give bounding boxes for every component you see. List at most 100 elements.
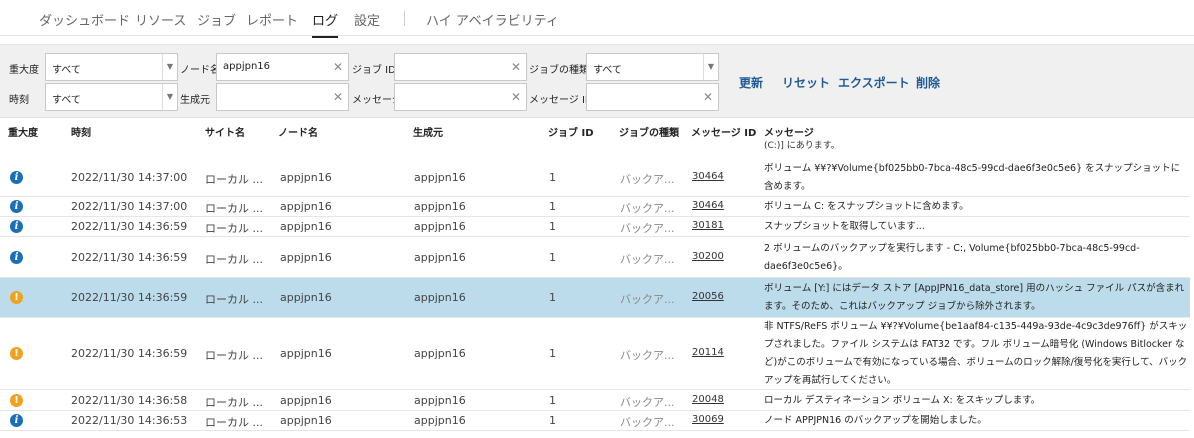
cell-site: ローカル ... <box>205 173 263 186</box>
cell-node: appjpn16 <box>280 171 332 184</box>
table-row[interactable]: i 2022/11/30 14:37:00 ローカル ... appjpn16 appj… <box>0 158 1194 197</box>
table-row[interactable]: ! 2022/11/30 14:36:58 ローカル ... appjpn16 appj… <box>0 390 1194 411</box>
table-row[interactable]: i 2022/11/30 14:37:00 ローカル ... appjpn16 appj… <box>0 197 1194 217</box>
cell-msgid[interactable]: 20114 <box>692 347 758 358</box>
tab-high-availability[interactable]: ハイ アベイラビリティ <box>426 10 559 29</box>
cell-time: 2022/11/30 14:36:59 <box>71 220 188 233</box>
col-node[interactable]: ノード名 <box>278 124 318 139</box>
delete-button[interactable]: 削除 <box>916 74 940 91</box>
chevron-down-icon[interactable]: ▼ <box>162 54 177 80</box>
cell-jobtype: バックア... <box>620 222 675 235</box>
table-row[interactable]: i 2022/11/30 14:36:59 ローカル ... appjpn16 appj… <box>0 237 1194 278</box>
clear-icon[interactable]: ✕ <box>511 90 521 104</box>
cell-jobtype: バックア... <box>620 416 675 429</box>
cell-site: ローカル ... <box>205 222 263 235</box>
jobtype-select[interactable]: すべて ▼ <box>586 53 719 81</box>
filter-panel: 重大度 すべて ▼ ノード名 appjpn16 ✕ ジョブ ID ✕ ジョブの種… <box>0 44 1194 118</box>
cell-jobid: 1 <box>549 347 556 360</box>
cell-jobid: 1 <box>549 394 556 407</box>
cell-site: ローカル ... <box>205 349 263 362</box>
cell-msgid[interactable]: 30464 <box>692 200 758 211</box>
table-header: 重大度 時刻 サイト名 ノード名 生成元 ジョブ ID ジョブの種類 メッセージ… <box>0 120 1194 139</box>
cell-jobtype: バックア... <box>620 293 675 306</box>
source-filter-label: 生成元 <box>180 95 210 106</box>
jobtype-select-value: すべて <box>593 65 622 76</box>
reset-button[interactable]: リセット <box>782 74 830 91</box>
cell-node: appjpn16 <box>280 291 332 304</box>
cell-msgid[interactable]: 20048 <box>692 394 758 405</box>
info-icon: i <box>10 251 23 264</box>
tab-reports[interactable]: レポート <box>246 10 298 29</box>
table-row[interactable]: i 2022/11/30 14:36:53 ローカル ... appjpn16 appj… <box>0 411 1194 431</box>
cell-message: 非 NTFS/ReFS ボリューム ¥¥?¥Volume{be1aaf84-c1… <box>764 321 1188 386</box>
clear-icon[interactable]: ✕ <box>333 60 343 74</box>
cell-source: appjpn16 <box>414 414 466 427</box>
cell-site: ローカル ... <box>205 293 263 306</box>
cell-jobid: 1 <box>549 251 556 264</box>
col-msgid[interactable]: メッセージ ID <box>691 124 756 139</box>
time-filter-label: 時刻 <box>9 95 29 106</box>
cell-node: appjpn16 <box>280 200 332 213</box>
cell-msgid[interactable]: 20056 <box>692 291 758 302</box>
tab-settings[interactable]: 設定 <box>354 10 380 29</box>
col-severity[interactable]: 重大度 <box>8 124 38 139</box>
col-jobid[interactable]: ジョブ ID <box>548 124 594 139</box>
cell-site: ローカル ... <box>205 253 263 266</box>
clear-icon[interactable]: ✕ <box>333 90 343 104</box>
warning-icon: ! <box>10 291 23 304</box>
msgid-input[interactable]: ✕ <box>586 83 719 111</box>
cell-time: 2022/11/30 14:36:59 <box>71 291 188 304</box>
cell-site: ローカル ... <box>205 396 263 409</box>
cell-jobid: 1 <box>549 200 556 213</box>
cell-msgid[interactable]: 30464 <box>692 171 758 182</box>
tab-logs[interactable]: ログ <box>312 10 339 38</box>
cell-time: 2022/11/30 14:37:00 <box>71 171 188 184</box>
jobid-input[interactable]: ✕ <box>394 53 527 81</box>
col-jobtype[interactable]: ジョブの種類 <box>619 124 679 139</box>
scrollbar[interactable] <box>1190 120 1194 438</box>
table-row[interactable]: i 2022/11/30 14:36:59 ローカル ... appjpn16 appj… <box>0 217 1194 237</box>
tab-jobs[interactable]: ジョブ <box>197 10 236 29</box>
clear-icon[interactable]: ✕ <box>703 90 713 104</box>
cell-jobid: 1 <box>549 291 556 304</box>
info-icon: i <box>10 171 23 184</box>
source-input[interactable]: ✕ <box>216 83 349 111</box>
table-row[interactable]: ! 2022/11/30 14:36:59 ローカル ... appjpn16 appj… <box>0 318 1194 390</box>
cell-site: ローカル ... <box>205 202 263 215</box>
warning-icon: ! <box>10 394 23 407</box>
export-button[interactable]: エクスポート <box>838 74 910 91</box>
cell-message: ボリューム ¥¥?¥Volume{bf025bb0-7bca-48c5-99cd… <box>764 163 1181 192</box>
cell-jobtype: バックア... <box>620 349 675 362</box>
time-select[interactable]: すべて ▼ <box>45 83 178 111</box>
col-source[interactable]: 生成元 <box>413 124 443 139</box>
severity-filter-label: 重大度 <box>9 65 39 76</box>
cell-jobid: 1 <box>549 220 556 233</box>
col-site[interactable]: サイト名 <box>205 124 245 139</box>
col-time[interactable]: 時刻 <box>71 124 91 139</box>
node-filter-label: ノード名 <box>180 65 220 76</box>
cell-msgid[interactable]: 30181 <box>692 220 758 231</box>
cell-message: 2 ボリュームのバックアップを実行します - C:, Volume{bf025b… <box>764 243 1140 272</box>
cell-jobtype: バックア... <box>620 173 675 186</box>
cell-node: appjpn16 <box>280 414 332 427</box>
col-message[interactable]: メッセージ <box>764 124 814 139</box>
cell-msgid[interactable]: 30069 <box>692 414 758 425</box>
severity-select[interactable]: すべて ▼ <box>45 53 178 81</box>
cell-message: スナップショットを取得しています... <box>764 221 925 232</box>
cell-source: appjpn16 <box>414 394 466 407</box>
tab-dashboard[interactable]: ダッシュボード <box>39 10 130 29</box>
info-icon: i <box>10 220 23 233</box>
cell-jobtype: バックア... <box>620 396 675 409</box>
chevron-down-icon[interactable]: ▼ <box>162 84 177 110</box>
cell-message: ボリューム C: をスナップショットに含めます。 <box>764 201 969 212</box>
cell-node: appjpn16 <box>280 251 332 264</box>
tab-resources[interactable]: リソース <box>135 10 186 29</box>
cell-msgid[interactable]: 30200 <box>692 251 758 262</box>
refresh-button[interactable]: 更新 <box>739 74 763 91</box>
node-name-input[interactable]: appjpn16 ✕ <box>216 53 349 81</box>
chevron-down-icon[interactable]: ▼ <box>703 54 718 80</box>
continued-message: (C:)] にあります。 <box>764 141 840 151</box>
message-input[interactable]: ✕ <box>394 83 527 111</box>
clear-icon[interactable]: ✕ <box>511 60 521 74</box>
table-row[interactable]: ! 2022/11/30 14:36:59 ローカル ... appjpn16 appj… <box>0 278 1194 318</box>
